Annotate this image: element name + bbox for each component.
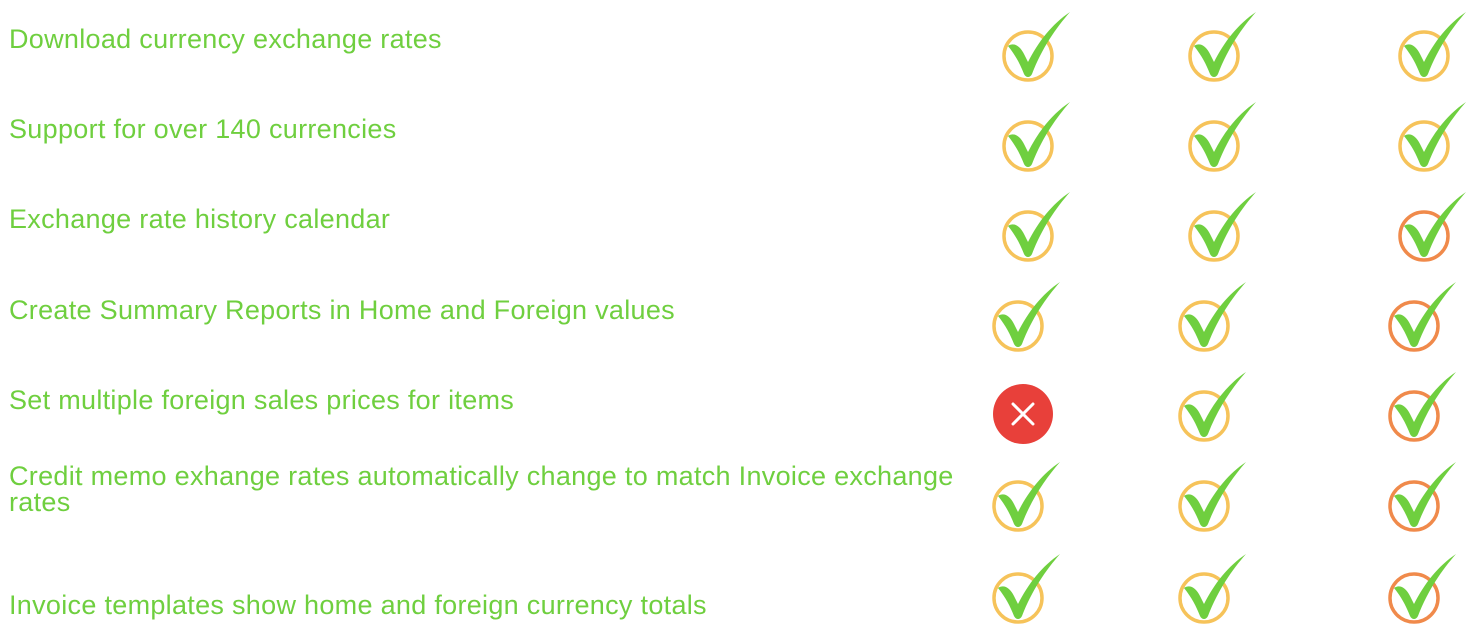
feature-label: Set multiple foreign sales prices for it…	[9, 385, 515, 415]
feature-label: Credit memo exhange rates automatically …	[9, 461, 954, 517]
check-icon	[1186, 10, 1266, 90]
check-icon	[1000, 100, 1080, 180]
check-icon	[1000, 190, 1080, 270]
check-icon	[990, 280, 1070, 360]
check-icon	[1386, 280, 1466, 360]
check-icon	[1386, 370, 1466, 450]
check-icon	[1396, 100, 1475, 180]
feature-label: Exchange rate history calendar	[9, 204, 391, 234]
check-icon	[1386, 460, 1466, 540]
feature-label: Create Summary Reports in Home and Forei…	[9, 295, 675, 325]
check-icon	[1186, 190, 1266, 270]
check-icon	[1176, 280, 1256, 360]
feature-label: Download currency exchange rates	[9, 24, 442, 54]
check-icon	[1000, 10, 1080, 90]
check-icon	[990, 460, 1070, 540]
check-icon	[1386, 552, 1466, 632]
check-icon	[1176, 460, 1256, 540]
check-icon	[1186, 100, 1266, 180]
check-icon	[1176, 370, 1256, 450]
feature-label: Support for over 140 currencies	[9, 114, 397, 144]
check-icon	[990, 552, 1070, 632]
cross-icon	[990, 370, 1070, 450]
check-icon	[1396, 10, 1475, 90]
feature-comparison-grid: Download currency exchange rates Support …	[0, 0, 1475, 637]
feature-label: Invoice templates show home and foreign …	[9, 590, 707, 620]
check-icon	[1396, 190, 1475, 270]
check-icon	[1176, 552, 1256, 632]
